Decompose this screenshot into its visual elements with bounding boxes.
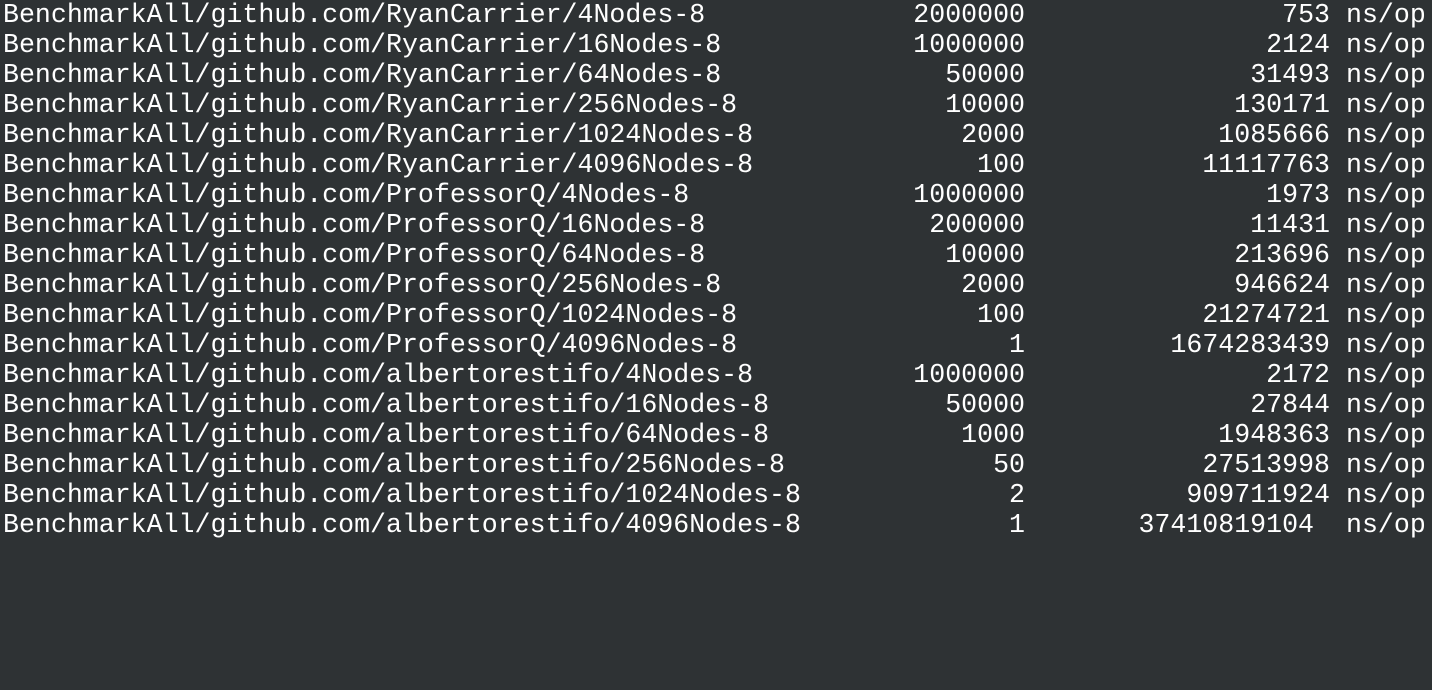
iteration-count: 50000 <box>945 390 1025 420</box>
unit-label: ns/op <box>1346 270 1426 300</box>
iteration-count: 2000 <box>961 270 1025 300</box>
benchmark-line: BenchmarkAll/github.com/ProfessorQ/4096N… <box>0 330 1432 360</box>
iteration-count: 1000000 <box>913 360 1025 390</box>
benchmark-name: BenchmarkAll/github.com/RyanCarrier/16No… <box>3 30 722 60</box>
ns-per-op-value: 37410819104 <box>1138 510 1314 540</box>
unit-label: ns/op <box>1346 60 1426 90</box>
ns-per-op-value: 1973 <box>1266 180 1330 210</box>
unit-label: ns/op <box>1346 210 1426 240</box>
benchmark-name: BenchmarkAll/github.com/ProfessorQ/4096N… <box>3 330 738 360</box>
benchmark-line: BenchmarkAll/github.com/RyanCarrier/256N… <box>0 90 1432 120</box>
iteration-count: 50000 <box>945 60 1025 90</box>
ns-per-op-value: 31493 <box>1250 60 1330 90</box>
benchmark-name: BenchmarkAll/github.com/RyanCarrier/1024… <box>3 120 754 150</box>
ns-per-op-value: 130171 <box>1234 90 1330 120</box>
benchmark-line: BenchmarkAll/github.com/albertorestifo/1… <box>0 480 1432 510</box>
unit-label: ns/op <box>1346 360 1426 390</box>
benchmark-name: BenchmarkAll/github.com/RyanCarrier/64No… <box>3 60 722 90</box>
unit-label: ns/op <box>1346 510 1426 540</box>
unit-label: ns/op <box>1346 0 1426 30</box>
unit-label: ns/op <box>1346 300 1426 330</box>
unit-label: ns/op <box>1346 90 1426 120</box>
benchmark-line: BenchmarkAll/github.com/albertorestifo/1… <box>0 390 1432 420</box>
benchmark-name: BenchmarkAll/github.com/albertorestifo/1… <box>3 390 770 420</box>
unit-label: ns/op <box>1346 30 1426 60</box>
benchmark-name: BenchmarkAll/github.com/ProfessorQ/4Node… <box>3 180 690 210</box>
iteration-count: 1 <box>1009 510 1025 540</box>
unit-label: ns/op <box>1346 420 1426 450</box>
benchmark-name: BenchmarkAll/github.com/ProfessorQ/256No… <box>3 270 722 300</box>
ns-per-op-value: 2172 <box>1266 360 1330 390</box>
ns-per-op-value: 1674283439 <box>1170 330 1330 360</box>
benchmark-line: BenchmarkAll/github.com/ProfessorQ/1024N… <box>0 300 1432 330</box>
ns-per-op-value: 753 <box>1282 0 1330 30</box>
benchmark-name: BenchmarkAll/github.com/albertorestifo/1… <box>3 480 801 510</box>
benchmark-line: BenchmarkAll/github.com/ProfessorQ/256No… <box>0 270 1432 300</box>
ns-per-op-value: 1085666 <box>1218 120 1330 150</box>
iteration-count: 1000000 <box>913 30 1025 60</box>
iteration-count: 2000 <box>961 120 1025 150</box>
ns-per-op-value: 27844 <box>1250 390 1330 420</box>
unit-label: ns/op <box>1346 180 1426 210</box>
ns-per-op-value: 11117763 <box>1202 150 1330 180</box>
ns-per-op-value: 909711924 <box>1186 480 1330 510</box>
iteration-count: 10000 <box>945 90 1025 120</box>
benchmark-name: BenchmarkAll/github.com/albertorestifo/4… <box>3 360 754 390</box>
unit-label: ns/op <box>1346 450 1426 480</box>
iteration-count: 1000 <box>961 420 1025 450</box>
ns-per-op-value: 2124 <box>1266 30 1330 60</box>
unit-label: ns/op <box>1346 150 1426 180</box>
unit-label: ns/op <box>1346 120 1426 150</box>
benchmark-line: BenchmarkAll/github.com/RyanCarrier/64No… <box>0 60 1432 90</box>
iteration-count: 100 <box>977 150 1025 180</box>
benchmark-line: BenchmarkAll/github.com/RyanCarrier/4Nod… <box>0 0 1432 30</box>
iteration-count: 10000 <box>945 240 1025 270</box>
ns-per-op-value: 213696 <box>1234 240 1330 270</box>
benchmark-line: BenchmarkAll/github.com/ProfessorQ/4Node… <box>0 180 1432 210</box>
unit-label: ns/op <box>1346 480 1426 510</box>
unit-label: ns/op <box>1346 240 1426 270</box>
benchmark-line: BenchmarkAll/github.com/RyanCarrier/1024… <box>0 120 1432 150</box>
ns-per-op-value: 1948363 <box>1218 420 1330 450</box>
ns-per-op-value: 946624 <box>1234 270 1330 300</box>
unit-label: ns/op <box>1346 390 1426 420</box>
iteration-count: 50 <box>993 450 1025 480</box>
iteration-count: 1000000 <box>913 180 1025 210</box>
iteration-count: 2 <box>1009 480 1025 510</box>
benchmark-name: BenchmarkAll/github.com/albertorestifo/2… <box>3 450 785 480</box>
iteration-count: 100 <box>977 300 1025 330</box>
unit-label: ns/op <box>1346 330 1426 360</box>
benchmark-name: BenchmarkAll/github.com/RyanCarrier/4096… <box>3 150 754 180</box>
benchmark-line: BenchmarkAll/github.com/albertorestifo/4… <box>0 510 1432 540</box>
benchmark-name: BenchmarkAll/github.com/RyanCarrier/4Nod… <box>3 0 706 30</box>
benchmark-name: BenchmarkAll/github.com/albertorestifo/6… <box>3 420 770 450</box>
benchmark-name: BenchmarkAll/github.com/albertorestifo/4… <box>3 510 801 540</box>
benchmark-line: BenchmarkAll/github.com/RyanCarrier/16No… <box>0 30 1432 60</box>
benchmark-name: BenchmarkAll/github.com/RyanCarrier/256N… <box>3 90 738 120</box>
benchmark-line: BenchmarkAll/github.com/albertorestifo/2… <box>0 450 1432 480</box>
benchmark-line: BenchmarkAll/github.com/albertorestifo/4… <box>0 360 1432 390</box>
benchmark-line: BenchmarkAll/github.com/RyanCarrier/4096… <box>0 150 1432 180</box>
benchmark-name: BenchmarkAll/github.com/ProfessorQ/64Nod… <box>3 240 706 270</box>
benchmark-line: BenchmarkAll/github.com/ProfessorQ/64Nod… <box>0 240 1432 270</box>
iteration-count: 1 <box>1009 330 1025 360</box>
benchmark-name: BenchmarkAll/github.com/ProfessorQ/16Nod… <box>3 210 706 240</box>
benchmark-line: BenchmarkAll/github.com/albertorestifo/6… <box>0 420 1432 450</box>
ns-per-op-value: 21274721 <box>1202 300 1330 330</box>
iteration-count: 2000000 <box>913 0 1025 30</box>
ns-per-op-value: 27513998 <box>1202 450 1330 480</box>
benchmark-name: BenchmarkAll/github.com/ProfessorQ/1024N… <box>3 300 738 330</box>
ns-per-op-value: 11431 <box>1250 210 1330 240</box>
benchmark-line: BenchmarkAll/github.com/ProfessorQ/16Nod… <box>0 210 1432 240</box>
terminal-output: BenchmarkAll/github.com/RyanCarrier/4Nod… <box>0 0 1432 545</box>
iteration-count: 200000 <box>929 210 1025 240</box>
